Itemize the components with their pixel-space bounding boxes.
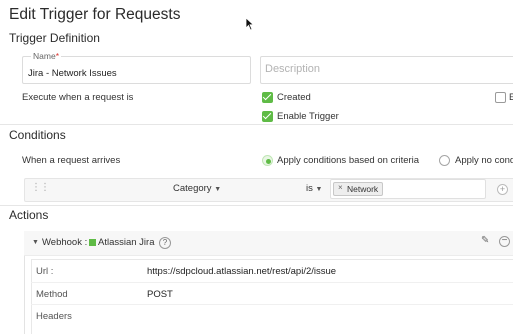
name-field-label: Name* (31, 51, 61, 61)
required-marker: * (55, 51, 59, 61)
row-divider (31, 282, 513, 283)
section-heading-conditions: Conditions (9, 128, 66, 142)
collapse-chevron-icon[interactable]: ▼ (32, 239, 39, 246)
execute-when-label: Execute when a request is (22, 92, 134, 103)
headers-key: Headers (36, 311, 72, 322)
apply-no-conditions-radio[interactable] (439, 155, 450, 166)
drag-handle-icon[interactable]: ⋮⋮ (31, 182, 50, 193)
url-value: https://sdpcloud.atlassian.net/rest/api/… (147, 266, 337, 277)
method-value: POST (147, 289, 173, 300)
name-label-text: Name (33, 51, 56, 61)
created-checkbox[interactable] (262, 92, 273, 103)
token-remove-icon[interactable]: × (338, 183, 343, 192)
url-key: Url : (36, 266, 54, 277)
enable-trigger-checkbox-label: Enable Trigger (277, 111, 339, 122)
description-placeholder: Description (265, 63, 321, 75)
remove-action-icon[interactable]: − (499, 236, 510, 247)
condition-operator-select[interactable]: is ▼ (306, 183, 322, 194)
row-divider (31, 304, 513, 305)
divider (0, 205, 513, 206)
webhook-type-label: Webhook : (42, 237, 88, 248)
divider (0, 124, 513, 125)
chevron-down-icon: ▼ (214, 186, 222, 193)
value-token-label: Network (347, 184, 379, 194)
name-field-value[interactable]: Jira - Network Issues (28, 68, 117, 79)
add-condition-icon[interactable]: + (497, 184, 508, 195)
method-key: Method (36, 289, 68, 300)
extra-checkbox-label: E (509, 92, 513, 103)
apply-criteria-radio[interactable] (262, 155, 273, 166)
edit-icon[interactable]: ✎ (481, 235, 489, 246)
page-title: Edit Trigger for Requests (9, 6, 181, 23)
webhook-name: Atlassian Jira (98, 237, 155, 248)
created-checkbox-label: Created (277, 92, 311, 103)
apply-criteria-label: Apply conditions based on criteria (277, 155, 420, 166)
help-icon[interactable]: ? (159, 237, 171, 249)
webhook-status-icon (89, 239, 96, 246)
condition-operator-label: is (306, 183, 313, 194)
condition-field-select[interactable]: Category ▼ (173, 183, 221, 194)
section-heading-trigger-definition: Trigger Definition (9, 31, 100, 45)
chevron-down-icon: ▼ (315, 186, 323, 193)
mouse-cursor-icon (245, 17, 255, 31)
section-heading-actions: Actions (9, 208, 49, 222)
apply-no-conditions-label: Apply no cond (455, 155, 513, 166)
when-request-arrives-label: When a request arrives (22, 155, 121, 166)
condition-field-label: Category (173, 183, 212, 194)
enable-trigger-checkbox[interactable] (262, 111, 273, 122)
extra-checkbox[interactable] (495, 92, 506, 103)
